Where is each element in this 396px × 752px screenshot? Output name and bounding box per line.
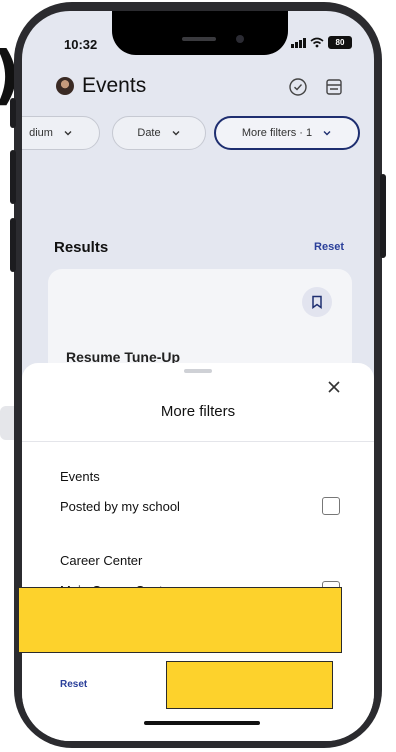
filter-chip-date[interactable]: Date [112,116,206,150]
speaker-grille [182,37,216,41]
results-heading: Results [54,239,109,256]
results-reset-link[interactable]: Reset [314,241,344,253]
close-icon[interactable] [324,377,344,397]
filter-chip-more-filters[interactable]: More filters · 1 [214,116,360,150]
signal-icon [291,37,306,48]
sheet-title: More filters [160,403,236,420]
section-heading-career-center: Career Center [60,553,143,568]
wifi-icon [310,37,324,48]
filter-chip-bar: dium Date More filters · 1 [22,116,374,160]
chevron-down-icon [172,131,180,136]
user-avatar[interactable] [56,77,74,95]
status-time: 10:32 [64,37,98,52]
bookmark-icon [312,295,322,309]
chip-label: dium [29,127,53,139]
redaction-block [18,587,342,653]
section-heading-events: Events [60,469,100,484]
phone-notch [112,11,288,55]
home-indicator [144,721,260,725]
option-posted-by-my-school[interactable]: Posted by my school [60,499,180,514]
phone-side-button [10,98,16,128]
check-circle-icon[interactable] [288,77,308,97]
sheet-grabber[interactable] [184,369,212,373]
list-panel-icon[interactable] [324,77,344,97]
app-header: Events [22,67,374,107]
sheet-divider [22,441,374,442]
chevron-down-icon [323,131,331,136]
footer-reset-button[interactable]: Reset [60,679,87,690]
checkbox-posted-by-my-school[interactable] [322,497,340,515]
battery-icon: 80 [328,36,352,49]
page-title: Events [82,74,147,97]
chevron-down-icon [64,131,72,136]
filter-chip-medium[interactable]: dium [22,116,100,150]
chip-label: More filters · 1 [241,127,313,139]
phone-side-button [10,218,16,272]
chip-label: Date [137,127,161,139]
status-icons: 80 [291,36,352,49]
phone-side-button [10,150,16,204]
bookmark-button[interactable] [302,287,332,317]
redaction-block [166,661,333,709]
phone-power-button [380,174,386,258]
front-camera [236,35,244,43]
